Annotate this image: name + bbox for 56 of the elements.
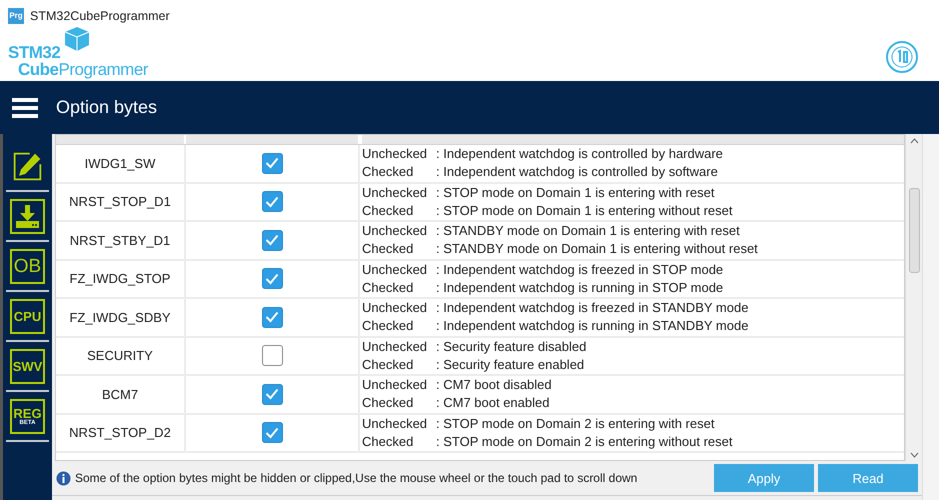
check-icon bbox=[265, 311, 279, 324]
description-text: Unchecked : Independent watchdog is freezed in STOP mode bbox=[362, 260, 724, 279]
checkbox[interactable] bbox=[262, 384, 282, 405]
description-text: Checked : Security feature enabled bbox=[362, 356, 586, 374]
checkbox[interactable] bbox=[262, 230, 282, 251]
checkbox[interactable] bbox=[262, 191, 282, 212]
check-icon bbox=[265, 272, 279, 285]
page-title: Option bytes bbox=[56, 96, 158, 119]
cube-icon bbox=[64, 26, 90, 52]
description-text: Unchecked : Independent watchdog is controlled by hardware bbox=[362, 145, 724, 164]
table-cell: SECURITY bbox=[56, 338, 186, 374]
table-cell: FZ_IWDG_SDBY bbox=[56, 299, 186, 336]
anniversary-badge-icon bbox=[885, 40, 919, 74]
description-text: Unchecked : STANDBY mode on Domain 1 is entering with reset bbox=[362, 222, 741, 240]
description-text: Unchecked : Independent watchdog is freezed in STANDBY mode bbox=[362, 299, 750, 318]
description-text: Checked : STOP mode on Domain 1 is entering without reset bbox=[362, 202, 734, 220]
description-text: Unchecked : Security feature disabled bbox=[362, 338, 588, 356]
check-icon bbox=[265, 196, 279, 208]
table-cell: BCM7 bbox=[56, 376, 186, 412]
description-text: Checked : Independent watchdog is running in STANDBY mode bbox=[362, 317, 750, 336]
info-icon bbox=[56, 470, 71, 486]
app-icon: Prg bbox=[8, 8, 24, 24]
check-icon bbox=[265, 157, 279, 170]
logo-text: STM32 CubeProgrammer bbox=[8, 44, 148, 78]
description-text: Unchecked : STOP mode on Domain 1 is entering with reset bbox=[362, 184, 716, 202]
sidebar-tab[interactable]: CPU bbox=[10, 298, 45, 334]
description-text: Checked : Independent watchdog is running in STOP mode bbox=[362, 278, 724, 297]
scroll-up-icon[interactable] bbox=[910, 138, 918, 144]
checkbox[interactable] bbox=[262, 345, 282, 366]
checkbox[interactable] bbox=[262, 422, 282, 444]
download-icon[interactable] bbox=[10, 198, 45, 234]
description-text: Unchecked : STOP mode on Domain 2 is entering with reset bbox=[362, 414, 716, 433]
checkbox[interactable] bbox=[262, 306, 282, 328]
table-cell: NRST_STOP_D2 bbox=[56, 414, 186, 451]
scrollbar[interactable] bbox=[905, 134, 922, 461]
table-cell: NRST_STOP_D1 bbox=[56, 184, 186, 220]
checkbox[interactable] bbox=[262, 152, 282, 174]
description-text: Checked : STANDBY mode on Domain 1 is entering without reset bbox=[362, 240, 759, 258]
description-text: Unchecked : CM7 boot disabled bbox=[362, 376, 553, 394]
checkbox[interactable] bbox=[262, 268, 282, 290]
window-title: STM32CubeProgrammer bbox=[30, 8, 170, 25]
check-icon bbox=[265, 426, 279, 439]
description-text: Checked : CM7 boot enabled bbox=[362, 394, 550, 412]
table-cell: IWDG1_SW bbox=[56, 145, 186, 182]
info-text: Some of the option bytes might be hidden or clipped,Use the mouse wheel or the touch pad to scroll down bbox=[75, 470, 638, 487]
check-icon bbox=[265, 234, 279, 246]
menu-icon[interactable] bbox=[12, 98, 38, 118]
description-text: Checked : STOP mode on Domain 2 is entering without reset bbox=[362, 432, 734, 451]
sidebar-tab[interactable]: OB bbox=[10, 248, 45, 284]
check-icon bbox=[265, 388, 279, 400]
table-cell: FZ_IWDG_STOP bbox=[56, 260, 186, 297]
description-text: Checked : Independent watchdog is controlled by software bbox=[362, 163, 719, 182]
sidebar-tab[interactable]: SWV bbox=[10, 348, 45, 384]
table-cell: NRST_STBY_D1 bbox=[56, 222, 186, 258]
scroll-thumb[interactable] bbox=[908, 188, 920, 273]
scroll-down-icon[interactable] bbox=[910, 452, 918, 458]
